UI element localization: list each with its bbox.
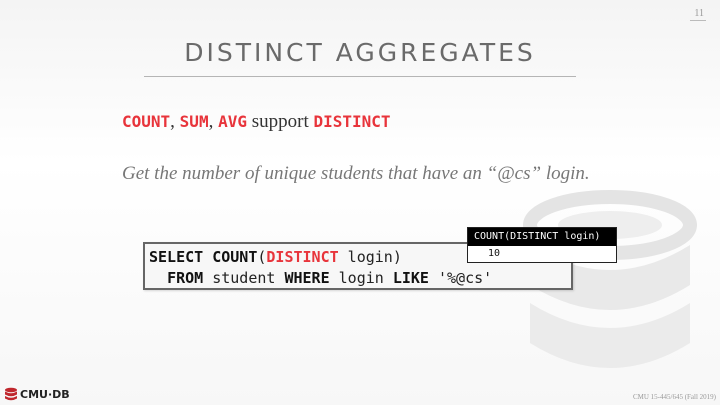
keyword-avg: AVG <box>218 112 247 131</box>
sql-count: COUNT <box>203 248 258 266</box>
course-credit: CMU 15-445/645 (Fall 2019) <box>632 393 716 401</box>
bullet-text: support <box>246 111 314 132</box>
sql-select: SELECT <box>149 248 204 266</box>
sql-column: login <box>329 269 393 287</box>
result-column-header: COUNT(DISTINCT login) <box>468 228 616 246</box>
sql-like: LIKE <box>392 269 429 287</box>
slide-title: DISTINCT AGGREGATES <box>184 38 536 67</box>
result-value: 10 <box>488 248 501 259</box>
keyword-sum: SUM <box>179 112 209 131</box>
cmu-db-logo: CMU·DB <box>4 387 70 401</box>
page-number: 11 <box>690 8 706 21</box>
database-logo-icon <box>5 387 17 401</box>
sql-line-1: SELECT COUNT(DISTINCT login) <box>149 248 402 266</box>
separator: , <box>170 111 180 132</box>
title-divider <box>144 76 576 77</box>
keyword-count: COUNT <box>122 112 171 131</box>
sql-from: FROM <box>167 269 204 287</box>
result-table: COUNT(DISTINCT login) 10 <box>467 227 617 263</box>
sql-where: WHERE <box>284 269 330 287</box>
sql-login: login) <box>338 248 402 266</box>
database-watermark-icon <box>523 190 697 368</box>
sql-indent <box>149 269 167 287</box>
description-text: Get the number of unique students that h… <box>122 163 590 184</box>
sql-pattern: '%@cs' <box>428 269 493 287</box>
bullet-aggregates: COUNT, SUM, AVG support DISTINCT <box>122 111 391 133</box>
sql-table: student <box>203 269 285 287</box>
keyword-distinct: DISTINCT <box>313 112 391 131</box>
sql-distinct: DISTINCT <box>266 248 339 266</box>
logo-text: CMU·DB <box>20 387 70 401</box>
separator: , <box>208 111 219 132</box>
slide: 11 DISTINCT AGGREGATES COUNT, SUM, AVG s… <box>0 0 720 405</box>
sql-line-2: FROM student WHERE login LIKE '%@cs' <box>149 269 492 287</box>
